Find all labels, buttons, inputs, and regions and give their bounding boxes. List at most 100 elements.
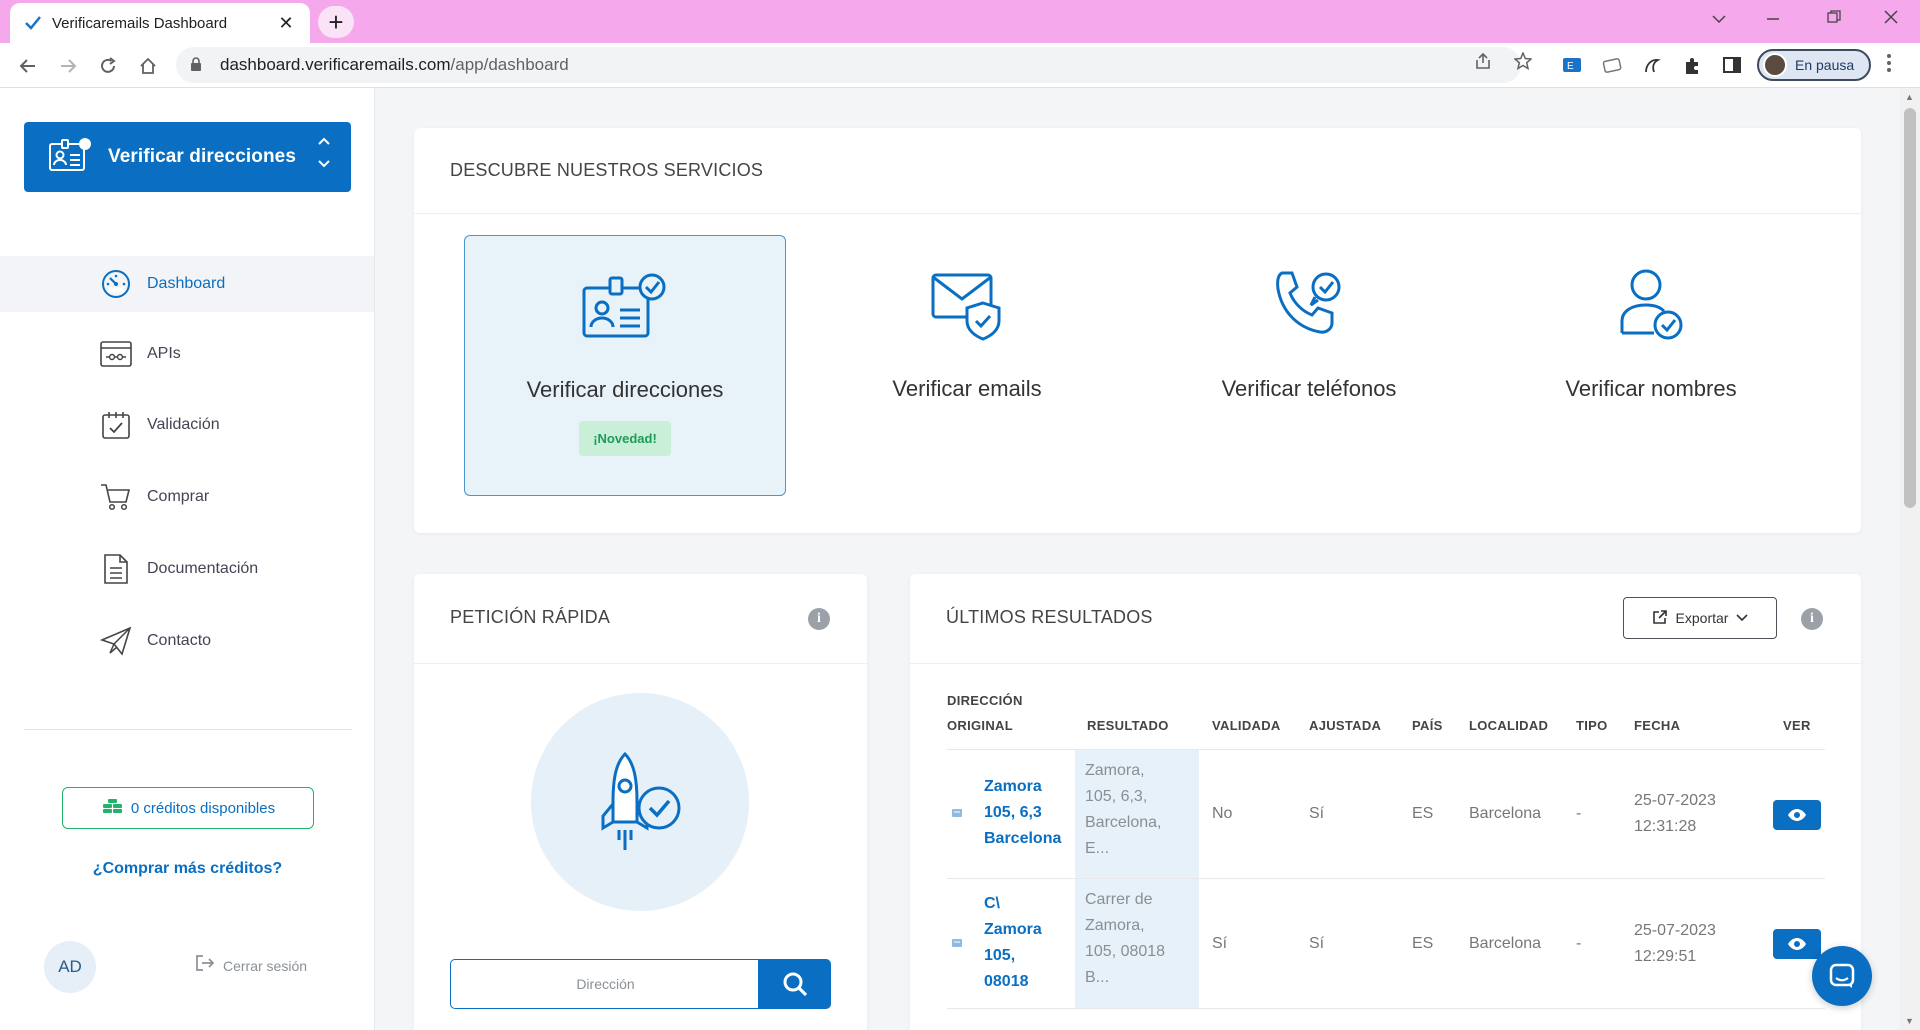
- browser-menu-icon[interactable]: [1886, 53, 1892, 79]
- cell-country: ES: [1412, 805, 1434, 822]
- extension-outlook-icon[interactable]: E: [1562, 56, 1584, 76]
- extensions-puzzle-icon[interactable]: [1682, 56, 1704, 76]
- service-label: Verificar nombres: [1565, 376, 1737, 401]
- chat-icon: [1829, 963, 1855, 988]
- column-header-address: DIRECCIÓN ORIGINAL: [947, 693, 1023, 733]
- home-icon[interactable]: [134, 52, 162, 80]
- avatar[interactable]: AD: [44, 941, 96, 993]
- sidebar-item-apis[interactable]: APIs: [0, 326, 374, 382]
- bookmark-star-icon[interactable]: [1513, 51, 1533, 75]
- omnibox[interactable]: dashboard.verificaremails.com/app/dashbo…: [176, 47, 1521, 83]
- service-label: Verificar emails: [892, 376, 1042, 401]
- credits-button[interactable]: 0 créditos disponibles: [62, 787, 314, 829]
- sidebar-divider: [24, 729, 352, 730]
- chevron-up-down-icon: [317, 136, 331, 174]
- service-card-names[interactable]: Verificar nombres: [1490, 235, 1812, 496]
- sidebar-item-label: Comprar: [147, 488, 210, 505]
- view-button[interactable]: [1773, 800, 1821, 830]
- cell-adjusted: Sí: [1309, 805, 1325, 822]
- cell-date: 25-07-2023 12:29:51: [1634, 922, 1716, 965]
- page-scrollbar[interactable]: ▲ ▼: [1900, 88, 1920, 1030]
- address-row-icon: [951, 937, 963, 949]
- sidebar-item-validacion[interactable]: Validación: [0, 397, 374, 453]
- info-icon[interactable]: i: [808, 608, 830, 630]
- logout-button[interactable]: Cerrar sesión: [195, 954, 307, 977]
- share-icon[interactable]: [1474, 52, 1492, 75]
- export-button[interactable]: Exportar: [1623, 597, 1777, 639]
- restore-icon[interactable]: [1819, 8, 1849, 29]
- browser-tab[interactable]: Verificaremails Dashboard ✕: [10, 3, 310, 43]
- info-icon[interactable]: i: [1801, 608, 1823, 630]
- svg-text:E: E: [1567, 61, 1574, 72]
- profile-avatar: [1763, 53, 1787, 77]
- forward-icon[interactable]: [54, 52, 82, 80]
- url-text: dashboard.verificaremails.com/app/dashbo…: [220, 55, 569, 74]
- document-icon: [100, 553, 132, 585]
- services-title: DESCUBRE NUESTROS SERVICIOS: [450, 160, 764, 180]
- column-header-type: TIPO: [1576, 718, 1608, 733]
- cell-adjusted: Sí: [1309, 935, 1325, 952]
- profile-button[interactable]: En pausa: [1757, 49, 1871, 81]
- cell-result: Zamora, 105, 6,3, Barcelona, E...: [1075, 750, 1199, 878]
- address-input[interactable]: Dirección: [450, 959, 760, 1009]
- rocket-illustration: [531, 693, 749, 911]
- search-button[interactable]: [758, 959, 831, 1009]
- extension-card-icon[interactable]: [1602, 56, 1624, 76]
- column-header-locality: LOCALIDAD: [1469, 718, 1549, 733]
- view-button[interactable]: [1773, 929, 1821, 959]
- credits-label: 0 créditos disponibles: [130, 799, 276, 817]
- tab-close-icon[interactable]: ✕: [276, 13, 296, 34]
- sidebar-item-documentacion[interactable]: Documentación: [0, 541, 374, 597]
- service-label: Verificar direcciones: [526, 377, 724, 402]
- browser-tab-strip: Verificaremails Dashboard ✕ +: [0, 0, 1920, 43]
- sidebar-item-comprar[interactable]: Comprar: [0, 469, 374, 525]
- sidebar-item-label: APIs: [147, 345, 181, 362]
- service-selector[interactable]: Verificar direcciones: [24, 122, 351, 192]
- scroll-down-icon[interactable]: ▼: [1905, 1016, 1914, 1026]
- service-card-phones[interactable]: Verificar teléfonos: [1148, 235, 1470, 496]
- buy-more-credits-link[interactable]: ¿Comprar más créditos?: [0, 860, 375, 878]
- chevron-down-icon: [1736, 611, 1749, 625]
- coins-icon: [101, 796, 125, 820]
- paper-plane-icon: [100, 625, 132, 657]
- column-header-result: RESULTADO: [1087, 718, 1169, 733]
- reload-icon[interactable]: [94, 52, 122, 80]
- close-window-icon[interactable]: [1876, 8, 1906, 29]
- minimize-icon[interactable]: [1758, 8, 1788, 29]
- service-card-emails[interactable]: Verificar emails: [806, 235, 1128, 496]
- service-card-addresses[interactable]: Verificar direcciones ¡Novedad!: [464, 235, 786, 496]
- results-title: ÚLTIMOS RESULTADOS: [946, 607, 1153, 627]
- extension-swirl-icon[interactable]: [1642, 56, 1664, 76]
- service-selector-label: Verificar direcciones: [108, 146, 296, 167]
- service-label: Verificar teléfonos: [1221, 376, 1397, 401]
- email-shield-icon: [922, 265, 1012, 345]
- column-header-view: VER: [1783, 718, 1811, 733]
- logout-icon: [195, 954, 215, 977]
- scrollbar-thumb[interactable]: [1904, 108, 1916, 508]
- sidebar-item-contacto[interactable]: Contacto: [0, 613, 374, 669]
- tab-search-icon[interactable]: [1704, 8, 1734, 29]
- cell-address: C\ Zamora 105, 08018: [984, 895, 1042, 990]
- sidebar-item-dashboard[interactable]: Dashboard: [0, 256, 374, 312]
- cell-type: -: [1576, 805, 1582, 822]
- side-panel-icon[interactable]: [1722, 56, 1744, 76]
- sidebar-item-label: Contacto: [147, 632, 212, 649]
- eye-icon: [1788, 938, 1806, 950]
- column-header-adjusted: AJUSTADA: [1309, 718, 1382, 733]
- chat-widget-button[interactable]: [1812, 946, 1872, 1006]
- new-tab-button[interactable]: +: [318, 6, 354, 38]
- cell-country: ES: [1412, 935, 1434, 952]
- export-label: Exportar: [1675, 610, 1729, 626]
- calendar-check-icon: [100, 409, 132, 441]
- api-icon: [100, 338, 132, 370]
- tab-title: Verificaremails Dashboard: [52, 14, 228, 32]
- cell-validated: No: [1212, 805, 1233, 822]
- sidebar-item-label: Documentación: [147, 560, 259, 577]
- address-row-icon: [951, 807, 963, 819]
- table-divider: [947, 1008, 1825, 1009]
- scroll-up-icon[interactable]: ▲: [1905, 92, 1914, 102]
- column-header-date: FECHA: [1634, 718, 1681, 733]
- address-toolbar: dashboard.verificaremails.com/app/dashbo…: [0, 43, 1920, 88]
- column-header-country: PAÍS: [1412, 718, 1443, 733]
- back-icon[interactable]: [14, 52, 42, 80]
